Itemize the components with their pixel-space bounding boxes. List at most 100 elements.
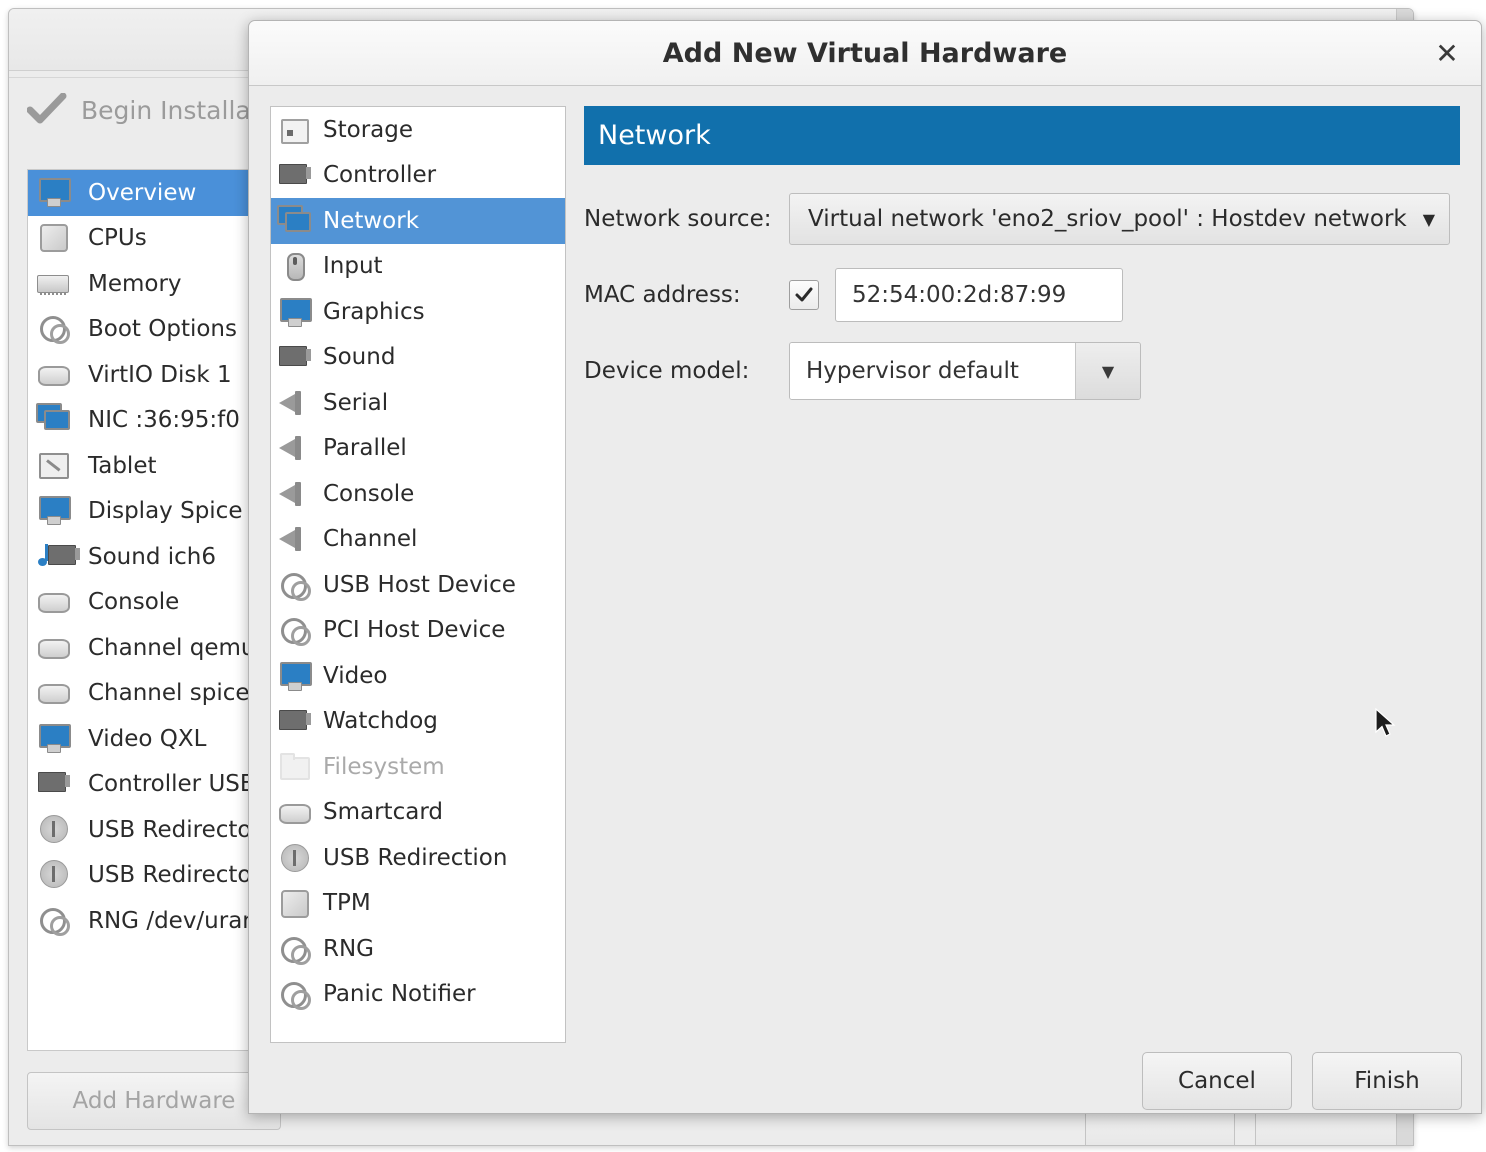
hardware-list-item[interactable]: Boot Options xyxy=(28,307,280,353)
hardware-list-item-label: NIC :36:95:f0 xyxy=(88,407,240,434)
hardware-type-item-channel[interactable]: Channel xyxy=(271,517,565,563)
hardware-type-item-serial[interactable]: Serial xyxy=(271,380,565,426)
hardware-type-item-sound[interactable]: Sound xyxy=(271,335,565,381)
network-settings-form: Network source: Virtual network 'eno2_sr… xyxy=(584,181,1464,409)
hardware-list-item[interactable]: USB Redirecto xyxy=(28,853,280,899)
vm-hardware-list[interactable]: Overview CPUs Memory Boot Options VirtIO Dis… xyxy=(27,169,281,1051)
hardware-type-item-tpm[interactable]: TPM xyxy=(271,881,565,927)
cancel-button[interactable]: Cancel xyxy=(1142,1052,1292,1110)
hardware-type-item-label: Filesystem xyxy=(323,753,445,780)
hardware-type-item-pci-host-device[interactable]: PCI Host Device xyxy=(271,608,565,654)
network-source-label: Network source: xyxy=(584,206,772,232)
hardware-type-item-network[interactable]: Network xyxy=(271,198,565,244)
checkmark-icon xyxy=(27,93,67,127)
display-icon xyxy=(277,660,312,692)
hardware-list-item[interactable]: CPUs xyxy=(28,216,280,262)
gears-icon xyxy=(36,904,78,938)
device-model-combo[interactable]: Hypervisor default ▼ xyxy=(789,342,1141,400)
mac-address-input[interactable]: 52:54:00:2d:87:99 xyxy=(835,268,1123,322)
hardware-list-item[interactable]: Controller USB xyxy=(28,762,280,808)
hardware-type-item-input[interactable]: Input xyxy=(271,244,565,290)
hardware-type-item-usb-redirection[interactable]: USB Redirection xyxy=(271,835,565,881)
add-hardware-label: Add Hardware xyxy=(72,1088,236,1114)
hardware-type-item-graphics[interactable]: Graphics xyxy=(271,289,565,335)
hardware-type-item-controller[interactable]: Controller xyxy=(271,153,565,199)
hardware-list-item[interactable]: NIC :36:95:f0 xyxy=(28,398,280,444)
serial-port-icon xyxy=(36,676,78,710)
hardware-type-item-video[interactable]: Video xyxy=(271,653,565,699)
hardware-type-item-storage[interactable]: Storage xyxy=(271,107,565,153)
hardware-list-item[interactable]: Console xyxy=(28,580,280,626)
sound-card-icon xyxy=(277,341,311,373)
hardware-list-item-label: CPUs xyxy=(88,225,147,252)
hardware-list-item[interactable]: Display Spice xyxy=(28,489,280,535)
hardware-list-item-label: Channel qemu- xyxy=(88,634,264,661)
hardware-type-item-label: Panic Notifier xyxy=(323,981,476,1008)
hardware-list-item-label: VirtIO Disk 1 xyxy=(88,361,232,388)
hardware-type-item-label: USB Redirection xyxy=(323,844,508,871)
add-hardware-button[interactable]: Add Hardware xyxy=(27,1072,281,1130)
display-icon xyxy=(36,722,78,756)
finish-button[interactable]: Finish xyxy=(1312,1052,1462,1110)
chevron-down-icon[interactable]: ▼ xyxy=(1075,343,1140,399)
hardware-type-item-smartcard[interactable]: Smartcard xyxy=(271,790,565,836)
hardware-type-item-label: Storage xyxy=(323,116,413,143)
serial-plug-icon xyxy=(277,478,311,510)
device-model-value[interactable]: Hypervisor default xyxy=(790,343,1075,399)
hardware-list-item[interactable]: Video QXL xyxy=(28,716,280,762)
hardware-type-item-parallel[interactable]: Parallel xyxy=(271,426,565,472)
device-model-row: Device model: Hypervisor default ▼ xyxy=(584,333,1464,409)
hardware-list-item[interactable]: USB Redirecto xyxy=(28,807,280,853)
network-source-value: Virtual network 'eno2_sriov_pool' : Host… xyxy=(808,206,1407,232)
hardware-type-item-watchdog[interactable]: Watchdog xyxy=(271,699,565,745)
hardware-type-item-label: Smartcard xyxy=(323,799,443,826)
hardware-type-item-rng[interactable]: RNG xyxy=(271,926,565,972)
mac-address-value: 52:54:00:2d:87:99 xyxy=(852,282,1067,308)
hardware-list-item[interactable]: Channel qemu- xyxy=(28,625,280,671)
storage-box-icon xyxy=(277,114,311,146)
serial-plug-icon xyxy=(277,387,311,419)
begin-installation-button[interactable]: Begin Installati xyxy=(27,89,267,131)
gears-icon xyxy=(36,312,78,346)
gears-icon xyxy=(277,978,311,1011)
usb-icon xyxy=(277,842,311,874)
hardware-list-item[interactable]: RNG /dev/uran xyxy=(28,898,280,944)
hardware-list-item-label: Channel spice xyxy=(88,680,250,707)
hardware-type-item-label: Watchdog xyxy=(323,708,438,735)
hardware-list-item[interactable]: Overview xyxy=(28,170,280,216)
hardware-type-item-console[interactable]: Console xyxy=(271,471,565,517)
hardware-type-item-panic-notifier[interactable]: Panic Notifier xyxy=(271,972,565,1018)
network-source-dropdown[interactable]: Virtual network 'eno2_sriov_pool' : Host… xyxy=(789,193,1451,245)
hardware-type-item-label: TPM xyxy=(323,890,371,917)
hardware-list-item[interactable]: VirtIO Disk 1 xyxy=(28,352,280,398)
close-icon[interactable]: ✕ xyxy=(1431,37,1463,70)
hardware-list-item[interactable]: Tablet xyxy=(28,443,280,489)
hardware-list-item[interactable]: Sound ich6 xyxy=(28,534,280,580)
device-model-label: Device model: xyxy=(584,358,750,384)
controller-card-icon xyxy=(277,705,311,737)
serial-plug-icon xyxy=(277,523,311,555)
network-icon xyxy=(277,204,311,237)
hardware-list-item-label: Memory xyxy=(88,270,182,297)
hardware-list-item-label: Console xyxy=(88,589,180,616)
hardware-list-item-label: Display Spice xyxy=(88,498,243,525)
folder-icon xyxy=(277,751,311,783)
mac-address-checkbox[interactable] xyxy=(789,280,819,310)
gears-icon xyxy=(277,569,311,601)
hardware-list-item[interactable]: Channel spice xyxy=(28,671,280,717)
hardware-type-list[interactable]: Storage Controller Network Input Graphics Sou… xyxy=(270,106,566,1043)
mac-address-label: MAC address: xyxy=(584,282,741,308)
hardware-list-item-label: USB Redirecto xyxy=(88,816,252,843)
mac-address-row: MAC address: 52:54:00:2d:87:99 xyxy=(584,257,1464,333)
hardware-list-item-label: Sound ich6 xyxy=(88,543,216,570)
cpu-chip-icon xyxy=(36,221,78,255)
cpu-chip-icon xyxy=(277,887,311,919)
hardware-type-item-label: RNG xyxy=(323,935,375,962)
hardware-type-item-usb-host-device[interactable]: USB Host Device xyxy=(271,562,565,608)
hardware-list-item[interactable]: Memory xyxy=(28,261,280,307)
add-new-virtual-hardware-dialog: Add New Virtual Hardware ✕ Storage Contro… xyxy=(248,20,1482,1114)
network-source-row: Network source: Virtual network 'eno2_sr… xyxy=(584,181,1464,257)
screen: Begin Installati Overview CPUs Memory Boot … xyxy=(0,0,1486,1152)
computer-icon xyxy=(36,176,78,210)
usb-icon xyxy=(36,858,78,892)
